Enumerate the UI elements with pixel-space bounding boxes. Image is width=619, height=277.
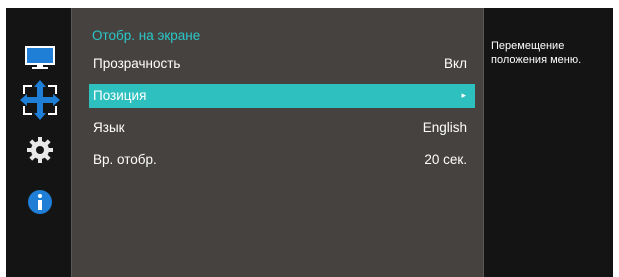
info-icon[interactable] <box>23 185 57 219</box>
osd-menu-panel: Отобр. на экране Прозрачность Вкл Позици… <box>71 8 484 277</box>
osd-screen: Отобр. на экране Прозрачность Вкл Позици… <box>6 8 613 277</box>
chevron-right-icon: ▸ <box>461 90 466 100</box>
menu-item-label: Прозрачность <box>93 56 181 71</box>
menu-item-display-time[interactable]: Вр. отобр. 20 сек. <box>89 148 475 172</box>
menu-item-label: Язык <box>93 120 125 135</box>
category-sidebar <box>6 8 73 277</box>
menu-item-language[interactable]: Язык English <box>89 116 475 140</box>
menu-title: Отобр. на экране <box>92 28 201 43</box>
help-text: Перемещение положения меню. <box>491 40 582 66</box>
monitor-icon[interactable] <box>23 41 57 75</box>
menu-item-label: Вр. отобр. <box>93 152 157 167</box>
menu-item-position[interactable]: Позиция ▸ <box>89 84 475 108</box>
menu-item-value: English <box>422 120 467 135</box>
menu-item-label: Позиция <box>93 88 147 103</box>
menu-item-value: 20 сек. <box>424 152 467 167</box>
move-arrows-icon[interactable] <box>17 77 62 123</box>
menu-item-value: Вкл <box>444 56 467 71</box>
gear-icon[interactable] <box>23 133 57 167</box>
menu-item-transparency[interactable]: Прозрачность Вкл <box>89 52 475 76</box>
